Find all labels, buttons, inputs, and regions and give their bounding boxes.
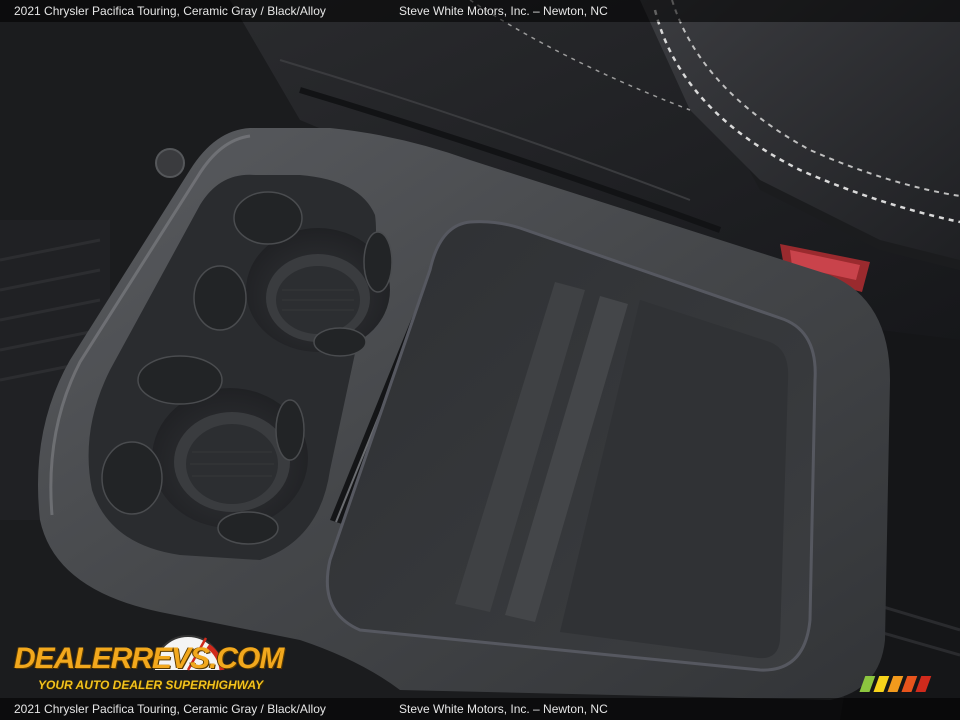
vehicle-caption-bottom: 2021 Chrysler Pacifica Touring, Ceramic … [14,702,326,716]
caption-bar-bottom: 2021 Chrysler Pacifica Touring, Ceramic … [0,698,960,720]
interior-photo [0,0,960,720]
stripe-logo-icon [859,676,932,692]
logo-tagline: YOUR AUTO DEALER SUPERHIGHWAY [38,678,264,692]
dealer-caption-bottom: Steve White Motors, Inc. – Newton, NC [399,702,608,716]
floor-clip [155,148,185,178]
dealerrevs-logo: DEALERREVS.COM YOUR AUTO DEALER SUPERHIG… [12,626,284,696]
logo-wordmark: DEALERREVS.COM [14,642,284,675]
caption-bar-top: 2021 Chrysler Pacifica Touring, Ceramic … [0,0,960,22]
vehicle-caption: 2021 Chrysler Pacifica Touring, Ceramic … [14,4,326,18]
dealer-caption: Steve White Motors, Inc. – Newton, NC [399,4,608,18]
